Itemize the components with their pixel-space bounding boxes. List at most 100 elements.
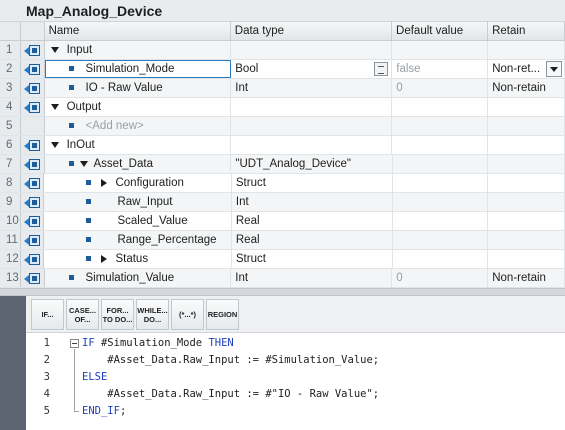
default-value[interactable]: false — [392, 60, 489, 78]
expand-arrow-icon[interactable] — [101, 254, 108, 263]
code-line[interactable]: ELSE — [82, 371, 107, 383]
name-cell-selected[interactable]: Simulation_Mode — [44, 60, 232, 78]
table-row[interactable]: 3 IO - Raw Value Int 0 Non-retain — [0, 79, 565, 98]
line-number: 2 — [43, 354, 50, 366]
variable-marker-icon — [86, 256, 92, 262]
header-default-value[interactable]: Default value — [392, 22, 489, 40]
table-row[interactable]: 10 Scaled_Value Real — [0, 212, 565, 231]
variable-marker-icon — [68, 275, 74, 281]
row-number: 4 — [0, 98, 22, 116]
io-interface-icon — [24, 83, 41, 94]
table-row[interactable]: 8 Configuration Struct — [0, 174, 565, 193]
code-line[interactable]: END_IF; — [82, 405, 126, 417]
interface-table: Name Data type Default value Retain 1 In… — [0, 22, 565, 288]
data-type-value[interactable]: Real — [232, 231, 393, 249]
variable-marker-icon — [68, 161, 74, 167]
table-row[interactable]: 13 Simulation_Value Int 0 Non-retain — [0, 269, 565, 288]
row-number: 9 — [0, 193, 22, 211]
data-type-value[interactable]: Real — [232, 212, 393, 230]
row-number: 13 — [0, 269, 22, 287]
editor-left-strip — [0, 296, 26, 430]
table-row[interactable]: 5 <Add new> — [0, 117, 565, 136]
insert-comment-button[interactable]: (*...*) — [171, 299, 204, 330]
data-type-value[interactable]: Int — [231, 269, 393, 287]
keyword: ELSE — [82, 371, 108, 383]
variable-marker-icon — [86, 180, 92, 186]
keyword: THEN — [208, 337, 234, 349]
variable-name: Range_Percentage — [117, 234, 217, 246]
variable-name: Asset_Data — [93, 158, 153, 170]
table-row[interactable]: 1 Input — [0, 41, 565, 60]
data-type-value[interactable]: Int — [232, 193, 393, 211]
code-line[interactable]: #Asset_Data.Raw_Input := #"IO - Raw Valu… — [82, 388, 379, 400]
table-row[interactable]: 4 Output — [0, 98, 565, 117]
table-row[interactable]: 12 Status Struct — [0, 250, 565, 269]
section-name: InOut — [66, 139, 95, 151]
type-picker-icon[interactable] — [374, 62, 389, 76]
table-row[interactable]: 6 InOut — [0, 136, 565, 155]
variable-marker-icon — [86, 218, 92, 224]
line-number: 4 — [43, 388, 50, 400]
retain-value[interactable]: Non-retain — [488, 269, 565, 287]
table-row[interactable]: 7 Asset_Data "UDT_Analog_Device" — [0, 155, 565, 174]
table-row[interactable]: 11 Range_Percentage Real — [0, 231, 565, 250]
line-number: 5 — [43, 405, 50, 417]
chevron-down-icon[interactable] — [546, 61, 562, 77]
variable-name: Configuration — [115, 177, 184, 189]
data-type-value[interactable]: Int — [231, 79, 393, 97]
header-name[interactable]: Name — [45, 22, 231, 40]
row-number: 6 — [0, 136, 22, 154]
io-interface-icon — [24, 159, 41, 170]
collapse-arrow-icon[interactable] — [79, 160, 88, 167]
io-interface-icon — [24, 273, 41, 284]
io-interface-icon — [24, 197, 41, 208]
table-header: Name Data type Default value Retain — [0, 22, 565, 41]
data-type-value[interactable]: Struct — [232, 174, 393, 192]
io-interface-icon — [24, 216, 41, 227]
collapse-arrow-icon[interactable] — [50, 141, 59, 148]
insert-while-button[interactable]: WHILE... DO... — [136, 299, 169, 330]
data-type-value[interactable]: Struct — [232, 250, 393, 268]
code-editor[interactable]: 1 2 3 4 5 IF #Simulation_Mode THEN #Asse… — [26, 333, 565, 430]
header-retain[interactable]: Retain — [488, 22, 565, 40]
block-title: Map_Analog_Device — [0, 0, 565, 22]
fold-collapse-icon[interactable] — [70, 339, 79, 348]
line-number: 3 — [43, 371, 50, 383]
variable-marker-icon — [68, 66, 74, 72]
row-number: 5 — [0, 117, 22, 135]
variable-marker-icon — [86, 237, 92, 243]
retain-value: Non-ret... — [492, 63, 541, 75]
insert-region-button[interactable]: REGION — [206, 299, 239, 330]
insert-case-button[interactable]: CASE... OF... — [66, 299, 99, 330]
io-interface-icon — [24, 140, 41, 151]
io-interface-icon — [24, 102, 41, 113]
default-value[interactable]: 0 — [392, 269, 489, 287]
panel-splitter[interactable] — [0, 288, 565, 296]
data-type-value[interactable]: "UDT_Analog_Device" — [231, 155, 393, 173]
variable-name: Raw_Input — [117, 196, 173, 208]
insert-if-button[interactable]: IF... — [31, 299, 64, 330]
table-row[interactable]: 9 Raw_Input Int — [0, 193, 565, 212]
io-interface-icon — [24, 64, 41, 75]
code-line[interactable]: #Asset_Data.Raw_Input := #Simulation_Val… — [82, 354, 379, 366]
line-number: 1 — [43, 337, 50, 349]
row-number: 7 — [0, 155, 22, 173]
header-icon-col — [21, 22, 45, 40]
header-row-number — [0, 22, 22, 40]
header-data-type[interactable]: Data type — [231, 22, 393, 40]
io-interface-icon — [24, 45, 41, 56]
default-value[interactable]: 0 — [392, 79, 489, 97]
row-number: 3 — [0, 79, 22, 97]
collapse-arrow-icon[interactable] — [50, 46, 59, 53]
collapse-arrow-icon[interactable] — [50, 103, 59, 110]
retain-value[interactable]: Non-retain — [488, 79, 565, 97]
add-new-placeholder[interactable]: <Add new> — [86, 120, 144, 132]
variable-name: Simulation_Value — [85, 272, 175, 284]
table-row[interactable]: 2 Simulation_Mode Bool false Non-ret... — [0, 60, 565, 79]
data-type-value: Bool — [235, 63, 259, 75]
variable-name: Scaled_Value — [117, 215, 188, 227]
code-line[interactable]: IF #Simulation_Mode THEN — [82, 337, 234, 349]
insert-for-button[interactable]: FOR... TO DO... — [101, 299, 134, 330]
row-number: 2 — [0, 60, 22, 78]
expand-arrow-icon[interactable] — [101, 178, 108, 187]
